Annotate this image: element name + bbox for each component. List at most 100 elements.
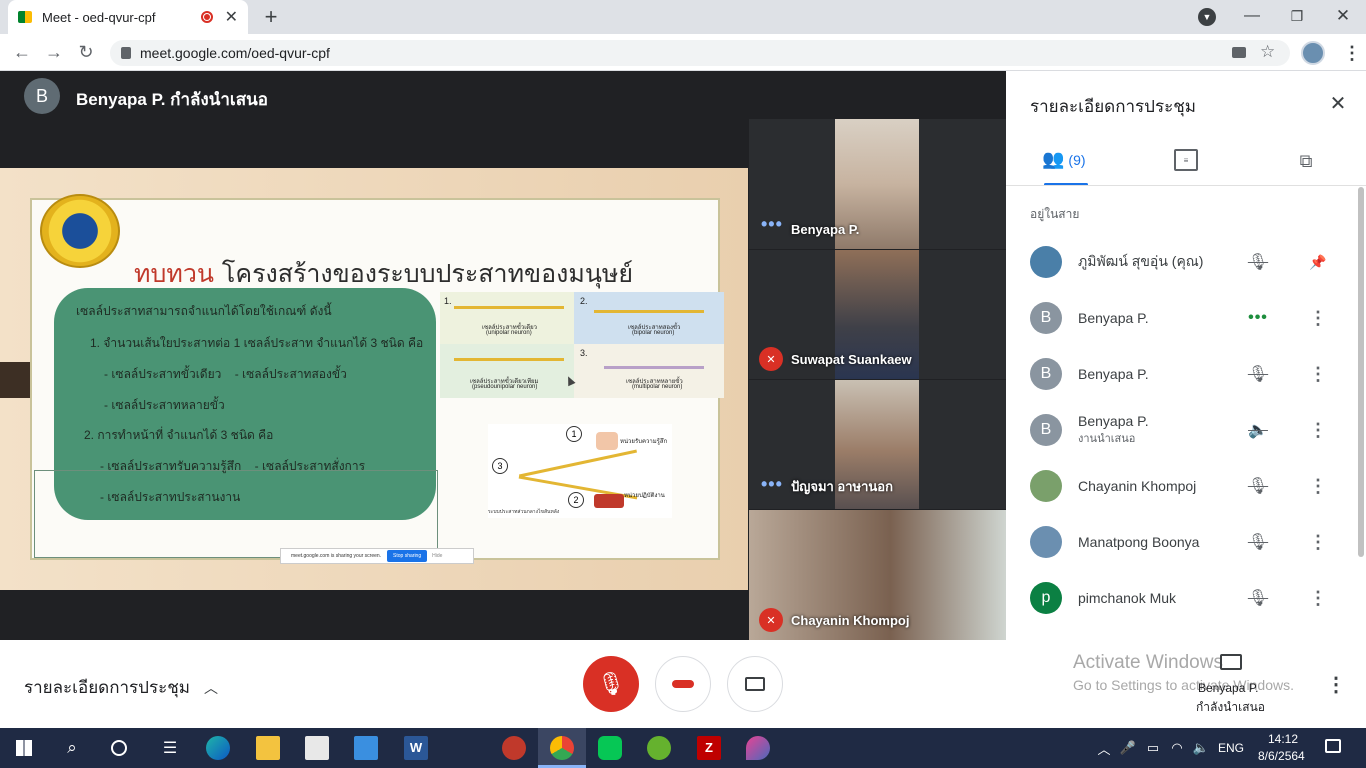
microphone-tray-icon[interactable]: 🎤 — [1120, 736, 1136, 760]
chat-icon[interactable]: ≡ — [1174, 149, 1198, 171]
cortana-icon[interactable] — [111, 740, 127, 756]
participant-row[interactable]: B Benyapa P. 🎙 ⋮ — [1030, 350, 1342, 398]
slide-line-7: - เซลล์ประสาทประสานงาน — [100, 490, 241, 504]
end-call-button[interactable] — [655, 656, 711, 712]
minimize-icon[interactable]: — — [1240, 4, 1264, 28]
reload-icon[interactable]: ↻ — [74, 40, 98, 64]
tile-name: Suwapat Suankaew — [791, 352, 912, 367]
panel-scrollbar[interactable] — [1358, 187, 1364, 557]
tab-search-icon[interactable]: ▼ — [1198, 8, 1216, 26]
panel-close-icon[interactable]: ✕ — [1326, 91, 1350, 115]
task-view-icon[interactable]: ☰ — [158, 736, 182, 760]
stop-sharing-button[interactable]: Stop sharing — [387, 550, 428, 562]
store-icon[interactable] — [305, 736, 329, 760]
chrome-icon[interactable] — [550, 736, 574, 760]
new-tab-icon[interactable]: + — [258, 4, 284, 30]
notifications-icon[interactable] — [1325, 739, 1341, 753]
word-icon[interactable]: W — [404, 736, 428, 760]
recording-indicator-icon — [200, 11, 213, 23]
mic-off-icon: ✕ — [759, 347, 783, 371]
panel-title: รายละเอียดการประชุม — [1030, 97, 1196, 116]
section-in-call: อยู่ในสาย — [1030, 207, 1080, 221]
participant-name: Benyapa P. — [1078, 310, 1149, 326]
speaking-indicator-icon[interactable]: ••• — [1238, 309, 1278, 327]
filezilla-icon[interactable]: Z — [697, 736, 721, 760]
slide-line-5: 2. การทำหน้าที่ จำแนกได้ 3 ชนิด คือ — [84, 428, 274, 442]
presenting-name: Benyapa P. — [1198, 681, 1259, 695]
clock-date[interactable]: 8/6/2564 — [1258, 749, 1305, 763]
participant-row[interactable]: p pimchanok Muk 🎙 ⋮ — [1030, 574, 1342, 622]
tile-suwapat[interactable]: ✕ Suwapat Suankaew — [749, 250, 1006, 379]
mail-icon[interactable] — [354, 736, 378, 760]
mic-off-icon[interactable]: 🎙 — [1238, 476, 1278, 496]
wifi-icon[interactable]: ◠ — [1168, 736, 1186, 760]
participant-row[interactable]: B Benyapa P. งานนำเสนอ 🔈 ⋮ — [1030, 406, 1342, 454]
camera-toggle-button[interactable] — [727, 656, 783, 712]
address-bar[interactable]: meet.google.com/oed-qvur-cpf ☆ — [110, 40, 1290, 66]
tile-chayanin[interactable]: ✕ Chayanin Khompoj — [749, 510, 1006, 640]
tile-benyapa[interactable]: ••• Benyapa P. — [749, 119, 1006, 249]
participant-more-icon[interactable]: ⋮ — [1298, 476, 1338, 497]
back-icon[interactable]: ← — [10, 40, 34, 64]
battery-icon[interactable]: ▭ — [1144, 736, 1162, 760]
bookmark-star-icon[interactable]: ☆ — [1260, 42, 1275, 62]
paint-icon[interactable] — [746, 736, 770, 760]
participant-more-icon[interactable]: ⋮ — [1298, 364, 1338, 385]
browser-menu-icon[interactable]: ⋮ — [1340, 41, 1364, 65]
receptor-skin-icon — [596, 432, 618, 450]
tab-close-icon[interactable]: ✕ — [225, 7, 238, 27]
search-icon[interactable]: ⌕ — [60, 736, 84, 760]
participant-more-icon[interactable]: ⋮ — [1298, 420, 1338, 441]
people-icon: 👥 — [1042, 149, 1065, 169]
participant-tiles: ••• Benyapa P. ✕ Suwapat Suankaew ••• ปั… — [749, 119, 1006, 640]
profile-avatar[interactable] — [1301, 41, 1325, 65]
activities-icon[interactable]: ⧉ — [1294, 149, 1318, 173]
meeting-details-button[interactable]: รายละเอียดการประชุม ︿ — [24, 674, 218, 701]
participant-name-block: Benyapa P. — [1078, 366, 1238, 382]
participant-more-icon[interactable]: ⋮ — [1298, 532, 1338, 553]
camera-blocked-icon[interactable] — [1232, 47, 1246, 58]
mic-off-icon[interactable]: 🎙 — [1238, 588, 1278, 608]
line-icon[interactable] — [598, 736, 622, 760]
participant-row[interactable]: Manatpong Boonya 🎙 ⋮ — [1030, 518, 1342, 566]
slide-line-2: 1. จำนวนเส้นใยประสาทต่อ 1 เซลล์ประสาท จำ… — [90, 336, 424, 350]
more-options-icon[interactable]: ⋮ — [1324, 672, 1348, 696]
language-indicator[interactable]: ENG — [1218, 741, 1244, 755]
participant-avatar: p — [1030, 582, 1062, 614]
mic-off-icon[interactable]: 🎙 — [1238, 532, 1278, 552]
edge-icon[interactable] — [206, 736, 230, 760]
screen-sharing-bar: meet.google.com is sharing your screen. … — [280, 548, 474, 564]
volume-icon[interactable]: 🔈 — [1192, 736, 1210, 760]
participant-avatar: B — [1030, 358, 1062, 390]
file-explorer-icon[interactable] — [256, 736, 280, 760]
camtasia-icon[interactable] — [647, 736, 671, 760]
participant-more-icon[interactable]: ⋮ — [1298, 588, 1338, 609]
app-icon[interactable] — [502, 736, 526, 760]
slide-title-accent: ทบทวน — [134, 259, 214, 288]
browser-tab[interactable]: Meet - oed-qvur-cpf ✕ — [8, 0, 248, 34]
mic-off-icon: 🎙 — [597, 671, 625, 696]
present-screen-icon[interactable] — [1220, 654, 1242, 670]
participant-row[interactable]: B Benyapa P. ••• ⋮ — [1030, 294, 1342, 342]
clock-time[interactable]: 14:12 — [1268, 732, 1298, 746]
mic-toggle-button[interactable]: 🎙 — [583, 656, 639, 712]
participant-row[interactable]: Chayanin Khompoj 🎙 ⋮ — [1030, 462, 1342, 510]
hide-button[interactable]: Hide — [432, 553, 442, 559]
start-icon[interactable] — [16, 740, 32, 756]
volume-off-icon[interactable]: 🔈 — [1238, 420, 1278, 440]
show-hidden-icons-icon[interactable]: ︿ — [1096, 736, 1112, 760]
participant-name: Benyapa P. — [1078, 366, 1149, 382]
tab-people[interactable]: 👥 (9) — [1042, 149, 1086, 170]
pin-icon[interactable]: 📌 — [1298, 254, 1338, 271]
restore-icon[interactable]: ❐ — [1285, 4, 1309, 28]
participant-row[interactable]: ภูมิพัฒน์ สุขอุ่น (คุณ) 🎙 📌 — [1030, 238, 1342, 286]
mic-off-icon[interactable]: 🎙 — [1238, 364, 1278, 384]
window-close-icon[interactable]: ✕ — [1331, 4, 1355, 28]
tile-panjama[interactable]: ••• ปัญจมา อาษานอก — [749, 380, 1006, 509]
forward-icon[interactable]: → — [42, 40, 66, 64]
mic-off-icon[interactable]: 🎙 — [1238, 252, 1278, 272]
presenter-banner: Benyapa P. กำลังนำเสนอ — [76, 90, 268, 109]
participant-more-icon[interactable]: ⋮ — [1298, 308, 1338, 329]
effector-muscle-icon — [594, 494, 624, 508]
participant-name: Benyapa P. — [1078, 413, 1149, 429]
